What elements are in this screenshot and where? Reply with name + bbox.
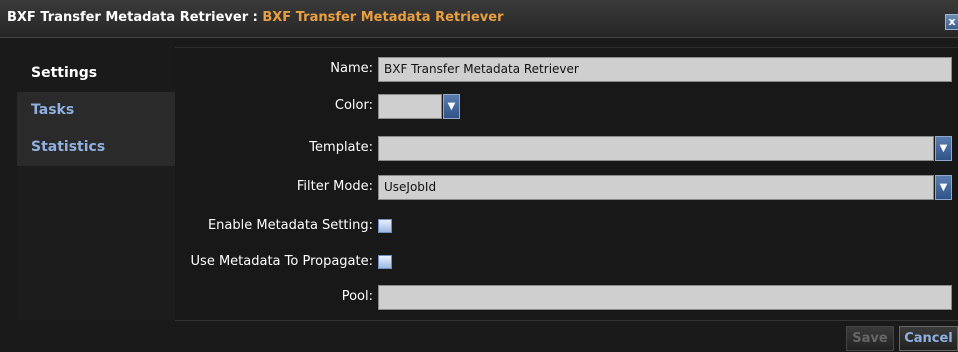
filter-mode-label: Filter Mode: [296,179,373,194]
chevron-down-icon[interactable]: ▼ [935,136,952,161]
template-label: Template: [309,140,373,155]
dialog-title-name: BXF Transfer Metadata Retriever [262,10,504,25]
tab-settings[interactable]: Settings [17,55,175,92]
sidebar: Settings Tasks Statistics [17,55,175,320]
enable-metadata-label: Enable Metadata Setting: [207,218,373,233]
cancel-button[interactable]: Cancel [899,326,958,351]
use-metadata-checkbox[interactable] [378,255,392,269]
settings-panel: Name: BXF Transfer Metadata Retriever Co… [175,47,958,321]
color-label: Color: [334,98,373,113]
dialog-title-prefix: BXF Transfer Metadata Retriever : [7,10,263,25]
filter-mode-select[interactable]: UseJobId [378,175,934,200]
name-field[interactable]: BXF Transfer Metadata Retriever [378,57,952,82]
color-field[interactable] [378,94,442,119]
dialog-titlebar: BXF Transfer Metadata Retriever : BXF Tr… [0,0,958,38]
tab-tasks[interactable]: Tasks [17,92,175,129]
name-label: Name: [330,61,373,76]
tab-statistics[interactable]: Statistics [17,129,175,166]
close-icon[interactable]: x [945,14,958,30]
save-button[interactable]: Save [846,326,894,351]
use-metadata-label: Use Metadata To Propagate: [190,254,373,269]
template-select[interactable] [378,136,934,161]
chevron-down-icon[interactable]: ▼ [935,175,952,200]
enable-metadata-checkbox[interactable] [378,219,392,233]
dialog-title: BXF Transfer Metadata Retriever : BXF Tr… [7,10,504,25]
chevron-down-icon[interactable]: ▼ [443,94,460,119]
pool-field[interactable] [378,285,952,310]
pool-label: Pool: [341,289,373,304]
